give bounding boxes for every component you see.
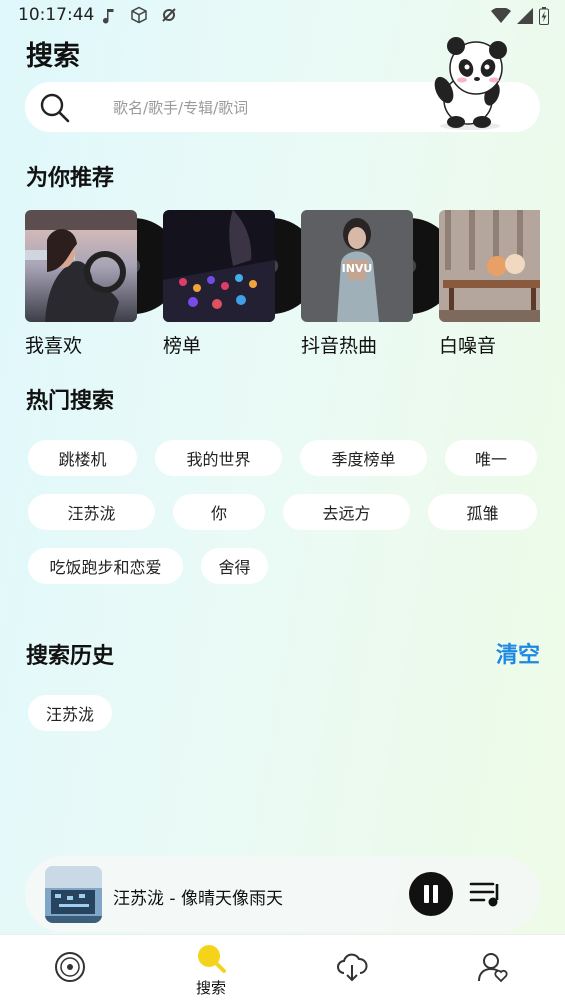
hot-search-chip[interactable]: 孤雏 [428,494,537,530]
hot-search-chip[interactable]: 汪苏泷 [28,494,155,530]
recommend-list: 我喜欢 榜单 INVU 抖音热曲 白噪音 [25,210,540,360]
hot-search-chip[interactable]: 我的世界 [155,440,282,476]
user-heart-icon [478,953,508,983]
recommend-card-label: 抖音热曲 [301,335,378,357]
recommend-card-favorites[interactable]: 我喜欢 [25,210,181,360]
playlist-icon[interactable] [469,878,505,910]
album-cover-text: INVU [342,262,373,275]
hot-search-chip[interactable]: 跳楼机 [28,440,137,476]
recommend-card-white-noise[interactable]: 白噪音 [439,210,540,360]
player-cover-image [45,866,102,923]
hot-search-chip[interactable]: 唯一 [445,440,537,476]
rec-cover-image: INVU [301,210,413,322]
wifi-icon [491,8,511,23]
search-icon [198,945,226,973]
tab-search[interactable]: 搜索 [171,935,251,1004]
battery-charging-icon [539,7,549,25]
rec-cover-image [163,210,275,322]
tab-downloads[interactable] [312,935,392,1004]
panda-mascot-icon [434,37,507,130]
history-section-title: 搜索历史 [26,644,115,669]
search-icon [40,93,70,123]
now-playing-title: 汪苏泷 - 像晴天像雨天 [113,889,283,909]
cloud-download-icon [337,953,368,982]
tab-label: 搜索 [195,979,226,997]
recommend-section-title: 为你推荐 [26,166,115,191]
page-title: 搜索 [26,41,80,72]
bottom-tab-bar: 搜索 [0,934,565,1004]
hot-search-section-title: 热门搜索 [26,389,115,414]
music-note-icon [102,9,114,24]
search-placeholder: 歌名/歌手/专辑/歌词 [113,99,249,117]
status-system-icons [491,7,549,25]
recommend-card-label: 白噪音 [439,335,497,357]
mini-player[interactable]: 汪苏泷 - 像晴天像雨天 [25,856,540,932]
tab-music-library[interactable] [30,935,110,1004]
vinyl-disc-icon [55,952,85,982]
hot-search-chip[interactable]: 吃饭跑步和恋爱 [28,548,183,584]
history-chip[interactable]: 汪苏泷 [28,695,112,731]
recommend-card-douyin-hits[interactable]: INVU 抖音热曲 [301,210,457,360]
rec-cover-image [25,210,137,322]
rec-cover-image [439,210,540,322]
hot-search-chip[interactable]: 你 [173,494,265,530]
tab-profile[interactable] [453,935,533,1004]
cube-icon [131,6,147,24]
hot-search-chip[interactable]: 季度榜单 [300,440,427,476]
status-time: 10:17:44 [18,5,95,25]
sync-off-icon [162,8,176,22]
hot-search-chip[interactable]: 去远方 [283,494,410,530]
hot-search-chip[interactable]: 舍得 [201,548,268,584]
recommend-card-label: 榜单 [163,335,202,357]
signal-icon [517,8,533,24]
recommend-card-charts[interactable]: 榜单 [163,210,319,360]
pause-button[interactable] [409,872,453,916]
clear-history-button[interactable]: 清空 [496,637,540,669]
status-notification-icons [100,6,178,24]
recommend-card-label: 我喜欢 [25,335,83,357]
